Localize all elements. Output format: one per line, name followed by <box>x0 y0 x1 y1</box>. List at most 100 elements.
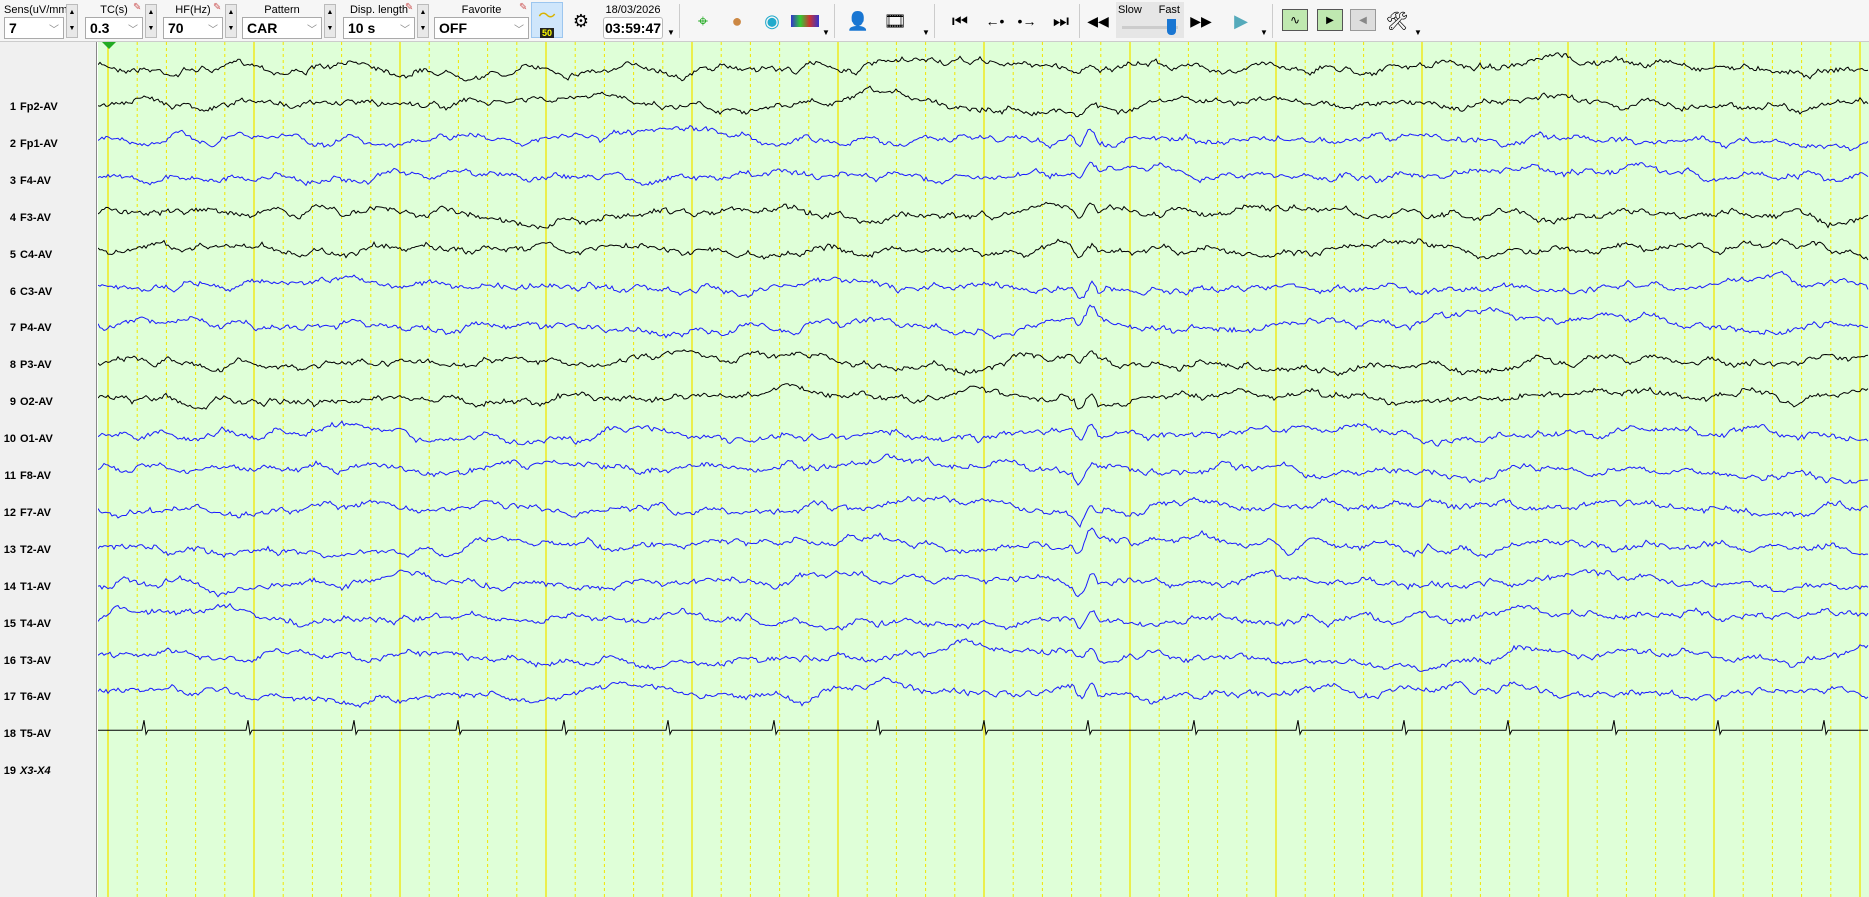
sensitivity-select[interactable]: 7 ﹀ <box>4 17 64 39</box>
pencil-icon[interactable]: ✎ <box>213 2 221 13</box>
go-end-icon[interactable]: ⏭ <box>1046 6 1076 36</box>
channel-label[interactable]: 18 T5-AV <box>0 728 97 740</box>
channel-label[interactable]: 14 T1-AV <box>0 581 97 593</box>
notch-filter-button[interactable]: 〜 50 <box>531 2 563 38</box>
eeg-trace <box>98 124 1869 152</box>
dropdown-arrow-icon[interactable]: ▼ <box>1260 28 1268 37</box>
sensitivity-spinner[interactable]: ▲ ▼ <box>66 4 78 38</box>
eeg-trace <box>98 383 1869 410</box>
channel-label[interactable]: 17 T6-AV <box>0 691 97 703</box>
sensitivity-value: 7 <box>9 20 17 36</box>
chevron-down-icon: ﹀ <box>307 25 317 36</box>
head-map-icon[interactable]: ● <box>722 6 752 36</box>
separator <box>1079 4 1080 38</box>
pattern-label: Pattern <box>264 4 300 16</box>
channel-label[interactable]: 1 Fp2-AV <box>0 101 97 113</box>
channel-name: F3-AV <box>20 211 51 224</box>
channel-label[interactable]: 12 F7-AV <box>0 507 97 519</box>
channel-number: 12 <box>3 506 16 519</box>
channel-label[interactable]: 2 Fp1-AV <box>0 138 97 150</box>
eeg-trace <box>98 201 1869 230</box>
step-back-icon[interactable]: ←• <box>980 6 1010 36</box>
time-field[interactable]: 03:59:47 <box>603 17 663 39</box>
dropdown-arrow-icon[interactable]: ▼ <box>1414 28 1422 37</box>
chevron-down-icon: ﹀ <box>514 25 524 36</box>
step-forward-icon[interactable]: •→ <box>1012 6 1042 36</box>
display-length-spinner[interactable]: ▲ ▼ <box>417 4 429 38</box>
pencil-icon[interactable]: ✎ <box>519 2 527 13</box>
channel-name: T4-AV <box>20 617 51 630</box>
channel-name: F7-AV <box>20 506 51 519</box>
channel-label[interactable]: 16 T3-AV <box>0 655 97 667</box>
play-page-icon[interactable]: ▶ <box>1317 9 1343 31</box>
channel-label[interactable]: 11 F8-AV <box>0 470 97 482</box>
pencil-icon[interactable]: ✎ <box>405 2 413 13</box>
favorite-label: Favorite <box>461 4 502 16</box>
speed-slider[interactable]: Slow Fast <box>1116 2 1184 38</box>
eeg-trace <box>98 349 1869 377</box>
back-page-icon[interactable]: ◀ <box>1350 9 1376 31</box>
tools-icon[interactable]: 🛠 <box>1382 6 1412 36</box>
channel-number: 3 <box>9 174 16 187</box>
tc-value: 0.3 <box>90 20 110 36</box>
electrode-settings-icon[interactable]: ⚙ <box>566 6 596 36</box>
channel-number: 8 <box>9 359 16 372</box>
speed-slider-thumb[interactable] <box>1167 19 1176 35</box>
channel-label[interactable]: 4 F3-AV <box>0 212 97 224</box>
channel-label[interactable]: 13 T2-AV <box>0 544 97 556</box>
channel-name: C3-AV <box>20 285 53 298</box>
channel-name: T5-AV <box>20 728 51 741</box>
hf-select[interactable]: 70 ﹀ <box>163 17 223 39</box>
channel-label[interactable]: 10 O1-AV <box>0 433 97 445</box>
channel-number: 10 <box>3 433 16 446</box>
pattern-value: CAR <box>247 20 278 36</box>
eeg-trace-area[interactable] <box>98 42 1869 897</box>
channel-label[interactable]: 19 X3-X4 <box>0 765 97 777</box>
dropdown-arrow-icon[interactable]: ▼ <box>667 28 675 37</box>
tc-select[interactable]: 0.3 ﹀ <box>85 17 143 39</box>
eeg-trace <box>98 602 1869 631</box>
dropdown-arrow-icon[interactable]: ▼ <box>922 28 930 37</box>
spectrogram-icon[interactable] <box>790 6 820 36</box>
eeg-trace <box>98 527 1869 559</box>
eeg-trace <box>98 453 1869 486</box>
pattern-spinner[interactable]: ▲ ▼ <box>324 4 336 38</box>
patient-info-icon[interactable]: 👤 <box>843 6 873 36</box>
pencil-icon[interactable]: ✎ <box>133 2 141 13</box>
pattern-select[interactable]: CAR ﹀ <box>242 17 322 39</box>
channel-number: 14 <box>3 580 16 593</box>
channel-number: 18 <box>3 728 16 741</box>
hf-value: 70 <box>168 20 184 36</box>
channel-name: Fp2-AV <box>20 101 58 113</box>
eeg-trace <box>98 304 1869 340</box>
hf-spinner[interactable]: ▲ ▼ <box>225 4 237 38</box>
eeg-trace <box>98 420 1869 447</box>
channel-label[interactable]: 7 P4-AV <box>0 322 97 334</box>
channel-label[interactable]: 15 T4-AV <box>0 618 97 630</box>
channel-name: T1-AV <box>20 580 51 593</box>
go-start-icon[interactable]: ⏮ <box>945 6 975 36</box>
channel-label[interactable]: 9 O2-AV <box>0 396 97 408</box>
dropdown-arrow-icon[interactable]: ▼ <box>822 28 830 37</box>
video-icon[interactable]: 🎞 <box>880 6 910 36</box>
channel-label[interactable]: 6 C3-AV <box>0 286 97 298</box>
display-length-select[interactable]: 10 s ﹀ <box>343 17 415 39</box>
sensitivity-label: Sens(uV/mm) <box>4 4 72 16</box>
rewind-icon[interactable]: ◀◀ <box>1083 6 1113 36</box>
eeg-trace <box>98 52 1869 82</box>
separator <box>679 4 680 38</box>
wave-view-icon[interactable]: ∿ <box>1282 9 1308 31</box>
page-marker-icon[interactable] <box>102 42 116 49</box>
montage-cursor-icon[interactable]: ⌖ <box>688 6 718 36</box>
play-icon[interactable]: ▶ <box>1226 6 1256 36</box>
channel-label[interactable]: 8 P3-AV <box>0 359 97 371</box>
topography-icon[interactable]: ◉ <box>757 6 787 36</box>
favorite-select[interactable]: OFF ﹀ <box>434 17 529 39</box>
channel-number: 9 <box>9 396 16 409</box>
notch-wave-icon: 〜 <box>538 6 556 26</box>
channel-label[interactable]: 3 F4-AV <box>0 175 97 187</box>
fast-forward-icon[interactable]: ▶▶ <box>1186 6 1216 36</box>
eeg-trace <box>98 569 1869 598</box>
tc-spinner[interactable]: ▲ ▼ <box>145 4 157 38</box>
channel-label[interactable]: 5 C4-AV <box>0 249 97 261</box>
